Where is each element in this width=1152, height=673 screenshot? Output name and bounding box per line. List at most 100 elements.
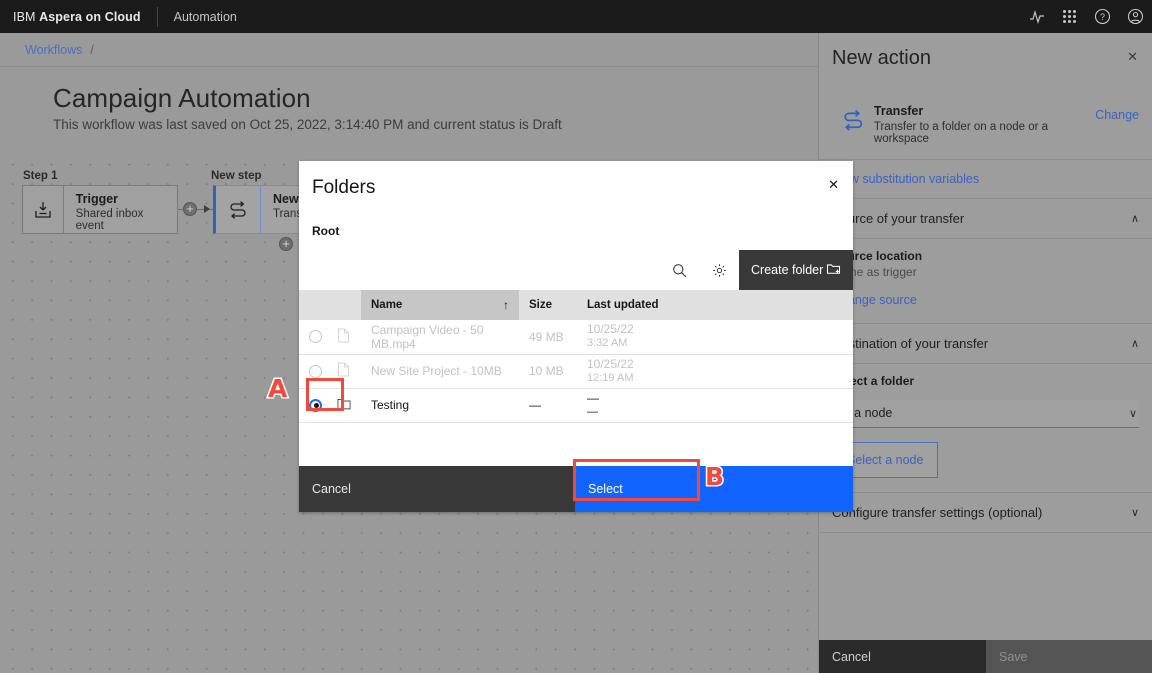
topbar-divider	[156, 6, 158, 27]
nav-item-automation[interactable]: Automation	[174, 10, 237, 24]
panel-save-button[interactable]: Save	[986, 640, 1152, 673]
create-folder-button[interactable]: Create folder	[739, 250, 853, 290]
header-name[interactable]: Name ↑	[361, 290, 519, 320]
panel-title-spacer	[819, 70, 1152, 90]
row-updated: — —	[577, 388, 853, 423]
search-icon[interactable]	[659, 250, 699, 290]
chevron-up-icon: ∧	[1130, 213, 1139, 225]
row-updated: 10/25/22 12:19 AM	[577, 354, 853, 389]
header-select	[299, 290, 337, 320]
select-a-folder-label: Select a folder	[832, 374, 915, 388]
modal-footer: Cancel Select	[299, 466, 853, 512]
file-icon	[337, 354, 361, 389]
radio-button-selected[interactable]	[309, 398, 322, 412]
modal-title: Folders	[312, 177, 376, 198]
annotation-label-b: B	[703, 461, 725, 493]
section-settings-title: Configure transfer settings (optional)	[832, 505, 1043, 520]
transfer-arrows-icon	[216, 186, 261, 233]
header-name-label: Name	[371, 299, 403, 311]
close-icon[interactable]: ✕	[1127, 49, 1138, 65]
row-size: 49 MB	[519, 320, 577, 355]
app-switcher-icon[interactable]	[1053, 0, 1086, 33]
row-radio-cell[interactable]	[299, 320, 337, 355]
radio-button[interactable]	[309, 330, 322, 344]
folder-add-icon	[826, 261, 841, 279]
create-folder-label: Create folder	[751, 263, 824, 277]
account-icon[interactable]	[1119, 0, 1152, 33]
row-size: —	[519, 388, 577, 423]
radio-button[interactable]	[309, 364, 322, 378]
row-name: New Site Project - 10MB	[361, 354, 519, 389]
trigger-node-title: Trigger	[75, 192, 119, 206]
help-icon[interactable]: ?	[1086, 0, 1119, 33]
annotation-label-a: A	[266, 373, 288, 405]
close-icon[interactable]: ✕	[828, 177, 839, 193]
table-row: New Site Project - 10MB 10 MB 10/25/22 1…	[299, 354, 853, 389]
transfer-arrows-icon	[832, 104, 874, 134]
topbar-icon-group: ?	[1020, 0, 1152, 33]
panel-cancel-button[interactable]: Cancel	[819, 640, 986, 673]
inbox-download-icon	[23, 186, 64, 233]
add-step-between-button[interactable]: +	[183, 202, 197, 216]
panel-action-desc: Transfer to a folder on a node or a work…	[873, 121, 1049, 145]
header-size[interactable]: Size	[519, 290, 577, 320]
panel-action-buttons: Cancel Save	[819, 640, 1152, 673]
folders-modal: Folders ✕ Root Create folder Name ↑ Size…	[299, 161, 853, 512]
trigger-node-desc: Shared inbox event	[75, 208, 144, 232]
modal-toolbar: Create folder	[299, 250, 853, 290]
new-action-panel: New action ✕ Transfer Transfer to a fold…	[818, 33, 1152, 673]
modal-breadcrumb-root[interactable]: Root	[299, 199, 853, 238]
folders-table-head: Name ↑ Size Last updated	[299, 290, 853, 320]
folders-table: Name ↑ Size Last updated Campaign Video …	[299, 290, 853, 423]
source-location-label: Source location	[832, 249, 923, 263]
activity-icon[interactable]	[1020, 0, 1053, 33]
row-updated-time: 12:19 AM	[587, 371, 634, 384]
modal-cancel-button[interactable]: Cancel	[299, 466, 575, 512]
top-navigation-bar: IBM Aspera on Cloud Automation ?	[0, 0, 1152, 33]
step-1-label: Step 1	[23, 170, 58, 182]
folder-icon	[337, 388, 361, 423]
destination-type-dropdown[interactable]: On a node ∨	[832, 400, 1139, 428]
svg-text:?: ?	[1100, 12, 1105, 22]
row-radio-cell[interactable]	[299, 388, 337, 423]
view-substitution-variables-link[interactable]: View substitution variables	[819, 160, 1152, 199]
panel-title: New action	[832, 47, 931, 69]
section-body-source: Source location Same as trigger Change s…	[819, 239, 1152, 324]
brand-logo[interactable]: IBM Aspera on Cloud	[0, 10, 141, 24]
row-name: Testing	[361, 388, 519, 423]
table-header-row: Name ↑ Size Last updated	[299, 290, 853, 320]
row-radio-cell[interactable]	[299, 354, 337, 389]
folders-table-body: Campaign Video - 50 MB.mp4 49 MB 10/25/2…	[299, 320, 853, 423]
brand-name: Aspera on Cloud	[39, 9, 141, 24]
header-icon	[337, 290, 361, 320]
add-step-below-button[interactable]: +	[279, 237, 293, 251]
section-header-destination[interactable]: Destination of your transfer ∧	[819, 324, 1152, 364]
brand-prefix: IBM	[13, 9, 40, 24]
breadcrumb-link-workflows[interactable]: Workflows	[25, 43, 82, 57]
section-header-transfer-settings[interactable]: Configure transfer settings (optional) ∨	[819, 493, 1152, 533]
row-updated-date: —	[587, 390, 599, 405]
new-step-label: New step	[211, 170, 262, 182]
connector-arrowhead	[204, 205, 210, 213]
row-updated-date: 10/25/22	[587, 322, 634, 337]
file-icon	[337, 320, 361, 355]
app-root: IBM Aspera on Cloud Automation ? Workflo…	[0, 0, 1152, 673]
workflow-node-trigger[interactable]: Trigger Shared inbox event	[22, 185, 178, 234]
table-row[interactable]: Testing — — —	[299, 388, 853, 423]
section-destination-title: Destination of your transfer	[832, 336, 989, 351]
row-name: Campaign Video - 50 MB.mp4	[361, 320, 519, 355]
row-updated-date: 10/25/22	[587, 356, 634, 371]
source-location-value: Same as trigger	[832, 265, 917, 279]
panel-action-summary: Transfer Transfer to a folder on a node …	[819, 90, 1152, 160]
breadcrumb-separator: /	[90, 42, 94, 57]
section-body-destination: Select a folder On a node ∨ Select a nod…	[819, 364, 1152, 493]
sort-ascending-icon: ↑	[503, 298, 509, 312]
change-action-link[interactable]: Change	[1095, 104, 1139, 122]
panel-action-name: Transfer	[873, 104, 924, 118]
gear-icon[interactable]	[699, 250, 739, 290]
panel-action-text: Transfer Transfer to a folder on a node …	[874, 104, 1095, 145]
row-updated-time: —	[587, 405, 598, 418]
section-header-source[interactable]: Source of your transfer ∧	[819, 199, 1152, 239]
header-last-updated[interactable]: Last updated	[577, 290, 853, 320]
chevron-down-icon: ∨	[1130, 507, 1139, 519]
